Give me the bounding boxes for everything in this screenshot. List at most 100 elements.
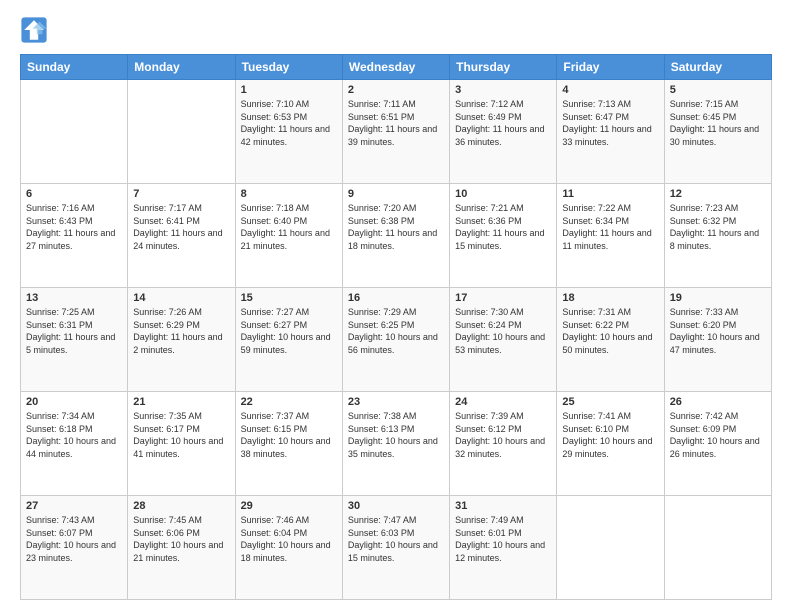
week-row-4: 20Sunrise: 7:34 AM Sunset: 6:18 PM Dayli… (21, 392, 772, 496)
day-number: 16 (348, 292, 444, 304)
day-detail: Sunrise: 7:25 AM Sunset: 6:31 PM Dayligh… (26, 306, 122, 356)
day-detail: Sunrise: 7:47 AM Sunset: 6:03 PM Dayligh… (348, 514, 444, 564)
calendar-cell: 11 Sunrise: 7:22 AM Sunset: 6:34 PM Dayli… (557, 184, 664, 288)
calendar-table: SundayMondayTuesdayWednesdayThursdayFrid… (20, 54, 772, 600)
calendar-cell: 1Sunrise: 7:10 AM Sunset: 6:53 PM Daylig… (235, 80, 342, 184)
week-row-3: 13Sunrise: 7:25 AM Sunset: 6:31 PM Dayli… (21, 288, 772, 392)
day-number: 25 (562, 396, 658, 408)
day-number: 18 (562, 292, 658, 304)
calendar-cell: 27Sunrise: 7:43 AM Sunset: 6:07 PM Dayli… (21, 496, 128, 600)
calendar-cell: 10Sunrise: 7:21 AM Sunset: 6:36 PM Dayli… (450, 184, 557, 288)
calendar-cell: 21 Sunrise: 7:35 AM Sunset: 6:17 PM Dayli… (128, 392, 235, 496)
calendar-cell: 13Sunrise: 7:25 AM Sunset: 6:31 PM Dayli… (21, 288, 128, 392)
calendar-cell: 25Sunrise: 7:41 AM Sunset: 6:10 PM Dayli… (557, 392, 664, 496)
calendar-cell (664, 496, 771, 600)
day-number: 7 (133, 188, 229, 200)
day-detail: Sunrise: 7:23 AM Sunset: 6:32 PM Dayligh… (670, 202, 766, 252)
day-detail: Sunrise: 7:18 AM Sunset: 6:40 PM Dayligh… (241, 202, 337, 252)
calendar-cell: 6 Sunrise: 7:16 AM Sunset: 6:43 PM Daylig… (21, 184, 128, 288)
calendar-cell: 14 Sunrise: 7:26 AM Sunset: 6:29 PM Dayli… (128, 288, 235, 392)
calendar-cell: 28 Sunrise: 7:45 AM Sunset: 6:06 PM Dayli… (128, 496, 235, 600)
week-row-5: 27Sunrise: 7:43 AM Sunset: 6:07 PM Dayli… (21, 496, 772, 600)
calendar-cell (557, 496, 664, 600)
day-number: 22 (241, 396, 337, 408)
day-detail: Sunrise: 7:38 AM Sunset: 6:13 PM Dayligh… (348, 410, 444, 460)
day-number: 8 (241, 188, 337, 200)
day-detail: Sunrise: 7:13 AM Sunset: 6:47 PM Dayligh… (562, 98, 658, 148)
day-detail: Sunrise: 7:17 AM Sunset: 6:41 PM Dayligh… (133, 202, 229, 252)
day-detail: Sunrise: 7:35 AM Sunset: 6:17 PM Dayligh… (133, 410, 229, 460)
day-detail: Sunrise: 7:45 AM Sunset: 6:06 PM Dayligh… (133, 514, 229, 564)
day-detail: Sunrise: 7:39 AM Sunset: 6:12 PM Dayligh… (455, 410, 551, 460)
day-number: 4 (562, 84, 658, 96)
calendar-cell: 5 Sunrise: 7:15 AM Sunset: 6:45 PM Daylig… (664, 80, 771, 184)
calendar-cell: 31 Sunrise: 7:49 AM Sunset: 6:01 PM Dayli… (450, 496, 557, 600)
day-number: 15 (241, 292, 337, 304)
logo (20, 16, 52, 44)
day-number: 2 (348, 84, 444, 96)
day-detail: Sunrise: 7:20 AM Sunset: 6:38 PM Dayligh… (348, 202, 444, 252)
day-number: 3 (455, 84, 551, 96)
calendar-cell: 18 Sunrise: 7:31 AM Sunset: 6:22 PM Dayli… (557, 288, 664, 392)
calendar-cell: 29 Sunrise: 7:46 AM Sunset: 6:04 PM Dayli… (235, 496, 342, 600)
calendar-cell: 15 Sunrise: 7:27 AM Sunset: 6:27 PM Dayli… (235, 288, 342, 392)
day-detail: Sunrise: 7:49 AM Sunset: 6:01 PM Dayligh… (455, 514, 551, 564)
day-detail: Sunrise: 7:11 AM Sunset: 6:51 PM Dayligh… (348, 98, 444, 148)
weekday-header-monday: Monday (128, 55, 235, 80)
calendar-cell: 8 Sunrise: 7:18 AM Sunset: 6:40 PM Daylig… (235, 184, 342, 288)
calendar-page: SundayMondayTuesdayWednesdayThursdayFrid… (0, 0, 792, 612)
calendar-cell: 16Sunrise: 7:29 AM Sunset: 6:25 PM Dayli… (342, 288, 449, 392)
calendar-cell: 30 Sunrise: 7:47 AM Sunset: 6:03 PM Dayli… (342, 496, 449, 600)
day-number: 29 (241, 500, 337, 512)
weekday-header-thursday: Thursday (450, 55, 557, 80)
day-number: 26 (670, 396, 766, 408)
weekday-header-tuesday: Tuesday (235, 55, 342, 80)
day-number: 28 (133, 500, 229, 512)
calendar-cell: 26 Sunrise: 7:42 AM Sunset: 6:09 PM Dayli… (664, 392, 771, 496)
day-number: 12 (670, 188, 766, 200)
day-detail: Sunrise: 7:21 AM Sunset: 6:36 PM Dayligh… (455, 202, 551, 252)
day-detail: Sunrise: 7:15 AM Sunset: 6:45 PM Dayligh… (670, 98, 766, 148)
day-number: 9 (348, 188, 444, 200)
calendar-cell: 20Sunrise: 7:34 AM Sunset: 6:18 PM Dayli… (21, 392, 128, 496)
calendar-cell: 19Sunrise: 7:33 AM Sunset: 6:20 PM Dayli… (664, 288, 771, 392)
day-number: 14 (133, 292, 229, 304)
calendar-cell: 17Sunrise: 7:30 AM Sunset: 6:24 PM Dayli… (450, 288, 557, 392)
day-number: 1 (241, 84, 337, 96)
day-detail: Sunrise: 7:43 AM Sunset: 6:07 PM Dayligh… (26, 514, 122, 564)
day-detail: Sunrise: 7:26 AM Sunset: 6:29 PM Dayligh… (133, 306, 229, 356)
calendar-cell: 12 Sunrise: 7:23 AM Sunset: 6:32 PM Dayli… (664, 184, 771, 288)
day-number: 23 (348, 396, 444, 408)
day-number: 20 (26, 396, 122, 408)
weekday-header-row: SundayMondayTuesdayWednesdayThursdayFrid… (21, 55, 772, 80)
day-detail: Sunrise: 7:16 AM Sunset: 6:43 PM Dayligh… (26, 202, 122, 252)
day-detail: Sunrise: 7:12 AM Sunset: 6:49 PM Dayligh… (455, 98, 551, 148)
day-detail: Sunrise: 7:46 AM Sunset: 6:04 PM Dayligh… (241, 514, 337, 564)
day-number: 30 (348, 500, 444, 512)
day-number: 21 (133, 396, 229, 408)
day-detail: Sunrise: 7:31 AM Sunset: 6:22 PM Dayligh… (562, 306, 658, 356)
calendar-cell: 4 Sunrise: 7:13 AM Sunset: 6:47 PM Daylig… (557, 80, 664, 184)
calendar-cell (21, 80, 128, 184)
calendar-cell: 7 Sunrise: 7:17 AM Sunset: 6:41 PM Daylig… (128, 184, 235, 288)
weekday-header-friday: Friday (557, 55, 664, 80)
day-detail: Sunrise: 7:22 AM Sunset: 6:34 PM Dayligh… (562, 202, 658, 252)
day-detail: Sunrise: 7:30 AM Sunset: 6:24 PM Dayligh… (455, 306, 551, 356)
day-number: 5 (670, 84, 766, 96)
day-detail: Sunrise: 7:27 AM Sunset: 6:27 PM Dayligh… (241, 306, 337, 356)
day-detail: Sunrise: 7:33 AM Sunset: 6:20 PM Dayligh… (670, 306, 766, 356)
weekday-header-sunday: Sunday (21, 55, 128, 80)
week-row-2: 6 Sunrise: 7:16 AM Sunset: 6:43 PM Daylig… (21, 184, 772, 288)
day-number: 6 (26, 188, 122, 200)
calendar-cell (128, 80, 235, 184)
day-number: 31 (455, 500, 551, 512)
calendar-cell: 23 Sunrise: 7:38 AM Sunset: 6:13 PM Dayli… (342, 392, 449, 496)
day-detail: Sunrise: 7:42 AM Sunset: 6:09 PM Dayligh… (670, 410, 766, 460)
calendar-cell: 9 Sunrise: 7:20 AM Sunset: 6:38 PM Daylig… (342, 184, 449, 288)
day-number: 24 (455, 396, 551, 408)
calendar-cell: 24 Sunrise: 7:39 AM Sunset: 6:12 PM Dayli… (450, 392, 557, 496)
calendar-cell: 22Sunrise: 7:37 AM Sunset: 6:15 PM Dayli… (235, 392, 342, 496)
calendar-cell: 2 Sunrise: 7:11 AM Sunset: 6:51 PM Daylig… (342, 80, 449, 184)
day-number: 11 (562, 188, 658, 200)
weekday-header-saturday: Saturday (664, 55, 771, 80)
